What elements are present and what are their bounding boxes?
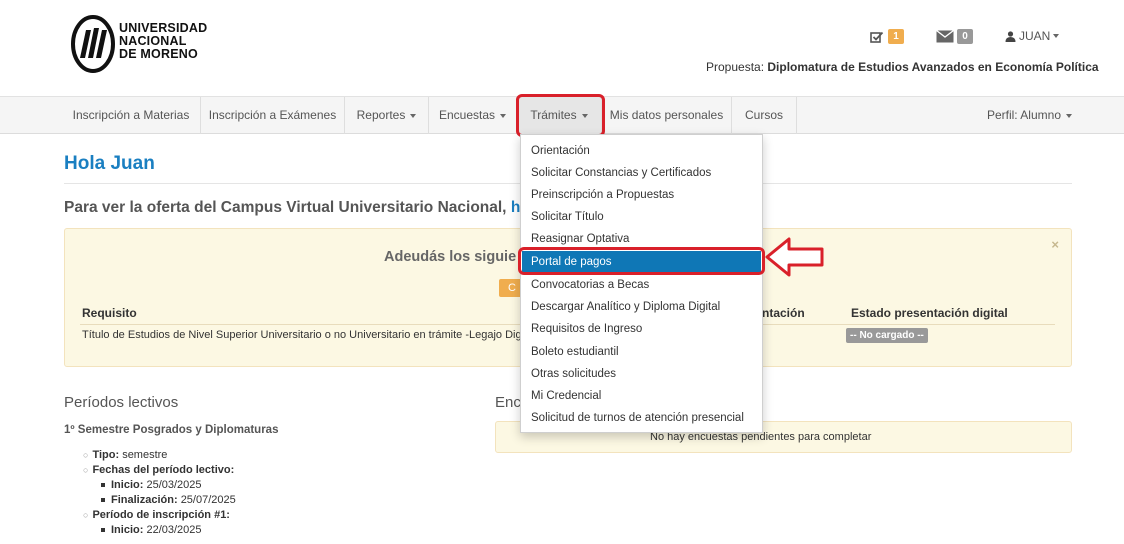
tasks-indicator[interactable]: 1 xyxy=(870,29,904,44)
list-item-tipo: ○ Tipo: semestre xyxy=(83,449,167,461)
menu-item-becas[interactable]: Convocatorias a Becas xyxy=(522,274,761,296)
nav-perfil[interactable]: Perfil: Alumno xyxy=(960,97,1072,134)
fin-label: Finalización: xyxy=(111,494,178,506)
menu-item-solicitar-titulo[interactable]: Solicitar Título xyxy=(522,206,761,228)
messages-badge: 0 xyxy=(957,29,973,44)
status-badge: -- No cargado -- xyxy=(846,328,928,343)
university-name: UNIVERSIDAD NACIONAL DE MORENO xyxy=(119,22,207,61)
col-header-estado: Estado presentación digital xyxy=(851,306,1008,320)
menu-item-orientacion[interactable]: Orientación xyxy=(522,140,761,162)
arrow-left-icon xyxy=(765,237,824,277)
menu-item-constancias[interactable]: Solicitar Constancias y Certificados xyxy=(522,162,761,184)
menu-item-mi-credencial[interactable]: Mi Credencial xyxy=(522,385,761,407)
nav-reportes[interactable]: Reportes xyxy=(345,97,428,134)
oferta-sentence: Para ver la oferta del Campus Virtual Un… xyxy=(64,199,507,216)
portal-pagos-highlight xyxy=(518,247,765,275)
fechas-label: Fechas del período lectivo: xyxy=(92,464,235,476)
list-item-inicio: Inicio: 25/03/2025 xyxy=(101,479,202,491)
circle-bullet-icon: ○ xyxy=(83,510,89,520)
envelope-icon xyxy=(936,30,954,43)
insc-inicio-value: 22/03/2025 xyxy=(146,524,202,536)
messages-indicator[interactable]: 0 xyxy=(936,29,973,44)
nav-inscripcion-examenes[interactable]: Inscripción a Exámenes xyxy=(201,97,344,134)
oferta-text: Para ver la oferta del Campus Virtual Un… xyxy=(64,199,520,217)
menu-item-turnos[interactable]: Solicitud de turnos de atención presenci… xyxy=(522,407,761,429)
nav-mis-datos-personales[interactable]: Mis datos personales xyxy=(602,97,731,134)
menu-item-otras-solicitudes[interactable]: Otras solicitudes xyxy=(522,363,761,385)
nav-inscripcion-materias[interactable]: Inscripción a Materias xyxy=(62,97,200,134)
tipo-value: semestre xyxy=(122,449,168,461)
page-header: UNIVERSIDAD NACIONAL DE MORENO 1 0 JUAN … xyxy=(0,0,1124,95)
encuestas-title: Enc xyxy=(495,394,521,411)
user-name: JUAN xyxy=(1019,29,1051,43)
semestre-title: 1º Semestre Posgrados y Diplomaturas xyxy=(64,424,279,436)
square-bullet-icon xyxy=(101,498,105,503)
nav-cursos[interactable]: Cursos xyxy=(732,97,796,134)
nav-divider xyxy=(796,97,797,134)
menu-item-analitico-diploma[interactable]: Descargar Analítico y Diploma Digital xyxy=(522,296,761,318)
table-cell-requisito: Título de Estudios de Nivel Superior Uni… xyxy=(82,329,522,341)
col-header-requisito: Requisito xyxy=(82,306,137,320)
list-item-insc-inicio: Inicio: 22/03/2025 xyxy=(101,524,202,536)
chevron-down-icon xyxy=(410,113,417,118)
square-bullet-icon xyxy=(101,528,105,533)
menu-item-boleto-estudiantil[interactable]: Boleto estudiantil xyxy=(522,341,761,363)
user-menu[interactable]: JUAN xyxy=(1005,29,1060,43)
insc-inicio-label: Inicio: xyxy=(111,524,144,536)
propuesta-value: Diplomatura de Estudios Avanzados en Eco… xyxy=(767,60,1099,74)
user-icon xyxy=(1005,30,1016,42)
chevron-down-icon xyxy=(1066,113,1072,118)
checkbox-icon xyxy=(870,31,884,43)
chevron-down-icon xyxy=(1053,34,1060,38)
tramites-dropdown: Orientación Solicitar Constancias y Cert… xyxy=(520,134,763,433)
alert-title: Adeudás los siguie xyxy=(384,249,517,265)
chevron-down-icon xyxy=(500,113,507,118)
insc-label: Período de inscripción #1: xyxy=(92,509,230,521)
menu-item-preinscripcion[interactable]: Preinscripción a Propuestas xyxy=(522,184,761,206)
list-item-finalizacion: Finalización: 25/07/2025 xyxy=(101,494,236,506)
nav-label: Inscripción a Materias xyxy=(72,108,190,122)
circle-bullet-icon: ○ xyxy=(83,465,89,475)
square-bullet-icon xyxy=(101,483,105,488)
nav-encuestas[interactable]: Encuestas xyxy=(429,97,516,134)
tipo-label: Tipo: xyxy=(92,449,120,461)
col-header-presentacion: ntación xyxy=(762,306,805,320)
nav-label: Cursos xyxy=(744,108,783,122)
nav-label: Encuestas xyxy=(438,108,496,122)
logo-line-3: DE MORENO xyxy=(119,47,198,61)
unm-logo-icon xyxy=(71,15,115,73)
menu-item-requisitos-ingreso[interactable]: Requisitos de Ingreso xyxy=(522,318,761,340)
tasks-badge: 1 xyxy=(888,29,904,44)
list-item-fechas: ○ Fechas del período lectivo: xyxy=(83,464,234,476)
propuesta-label: Propuesta: xyxy=(706,60,765,74)
tramites-highlight xyxy=(516,94,605,137)
university-logo[interactable]: UNIVERSIDAD NACIONAL DE MORENO xyxy=(70,14,210,74)
nav-label: Perfil: Alumno xyxy=(986,108,1061,122)
nav-label: Reportes xyxy=(356,108,406,122)
inicio-label: Inicio: xyxy=(111,479,144,491)
nav-label: Mis datos personales xyxy=(609,108,724,122)
greeting-title: Hola Juan xyxy=(64,153,155,174)
close-icon[interactable]: × xyxy=(1051,237,1059,252)
list-item-inscripcion: ○ Período de inscripción #1: xyxy=(83,509,230,521)
circle-bullet-icon: ○ xyxy=(83,450,89,460)
nav-label: Inscripción a Exámenes xyxy=(208,108,337,122)
propuesta-info: Propuesta: Diplomatura de Estudios Avanz… xyxy=(706,60,1099,74)
fin-value: 25/07/2025 xyxy=(180,494,236,506)
periodos-title: Períodos lectivos xyxy=(64,394,179,411)
inicio-value: 25/03/2025 xyxy=(146,479,202,491)
oferta-link[interactable]: h xyxy=(511,199,520,216)
